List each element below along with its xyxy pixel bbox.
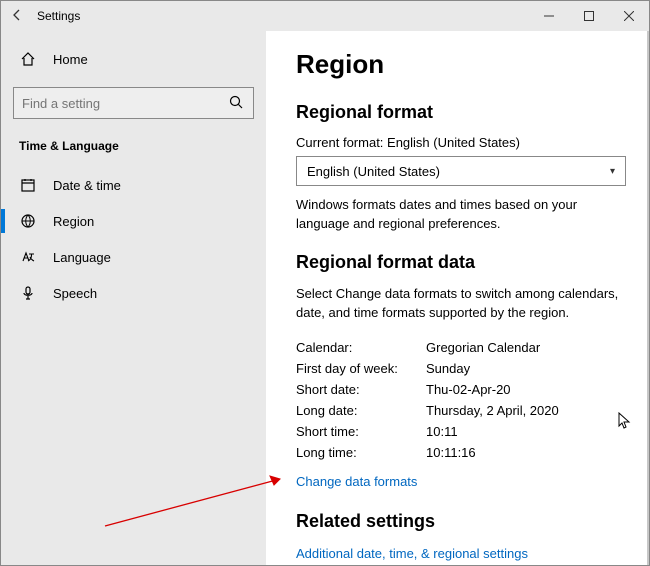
current-format-label: Current format: English (United States): [296, 135, 625, 150]
scrollbar[interactable]: [647, 31, 649, 565]
row-long-date: Long date:Thursday, 2 April, 2020: [296, 403, 625, 418]
back-button[interactable]: [1, 8, 33, 25]
maximize-button[interactable]: [569, 1, 609, 31]
format-select-value: English (United States): [307, 164, 440, 179]
globe-icon: [19, 212, 37, 230]
regional-format-data-heading: Regional format data: [296, 252, 625, 273]
sidebar-item-region[interactable]: Region: [1, 203, 266, 239]
chevron-down-icon: ▾: [610, 166, 615, 177]
sidebar: Home Time & Language Date & time Region …: [1, 31, 266, 565]
change-data-formats-link[interactable]: Change data formats: [296, 474, 417, 489]
row-short-date: Short date:Thu-02-Apr-20: [296, 382, 625, 397]
row-calendar: Calendar:Gregorian Calendar: [296, 340, 625, 355]
search-input[interactable]: [22, 96, 229, 111]
row-short-time: Short time:10:11: [296, 424, 625, 439]
sidebar-section-title: Time & Language: [1, 133, 266, 167]
language-icon: [19, 248, 37, 266]
close-button[interactable]: [609, 1, 649, 31]
window-title: Settings: [33, 9, 80, 23]
related-settings-heading: Related settings: [296, 511, 625, 532]
microphone-icon: [19, 284, 37, 302]
sidebar-item-speech[interactable]: Speech: [1, 275, 266, 311]
row-first-day: First day of week:Sunday: [296, 361, 625, 376]
sidebar-item-label: Date & time: [53, 178, 121, 193]
page-title: Region: [296, 49, 625, 80]
minimize-button[interactable]: [529, 1, 569, 31]
additional-settings-link[interactable]: Additional date, time, & regional settin…: [296, 546, 528, 561]
sidebar-home[interactable]: Home: [1, 41, 266, 77]
format-description: Windows formats dates and times based on…: [296, 196, 625, 234]
regional-format-heading: Regional format: [296, 102, 625, 123]
main-content: Region Regional format Current format: E…: [266, 31, 649, 565]
search-box[interactable]: [13, 87, 254, 119]
home-icon: [19, 50, 37, 68]
sidebar-home-label: Home: [53, 52, 88, 67]
format-select[interactable]: English (United States) ▾: [296, 156, 626, 186]
sidebar-item-label: Region: [53, 214, 94, 229]
sidebar-item-label: Language: [53, 250, 111, 265]
titlebar: Settings: [1, 1, 649, 31]
calendar-icon: [19, 176, 37, 194]
search-icon: [229, 95, 245, 111]
sidebar-item-language[interactable]: Language: [1, 239, 266, 275]
row-long-time: Long time:10:11:16: [296, 445, 625, 460]
sidebar-item-label: Speech: [53, 286, 97, 301]
format-data-description: Select Change data formats to switch amo…: [296, 285, 625, 323]
sidebar-item-date-time[interactable]: Date & time: [1, 167, 266, 203]
